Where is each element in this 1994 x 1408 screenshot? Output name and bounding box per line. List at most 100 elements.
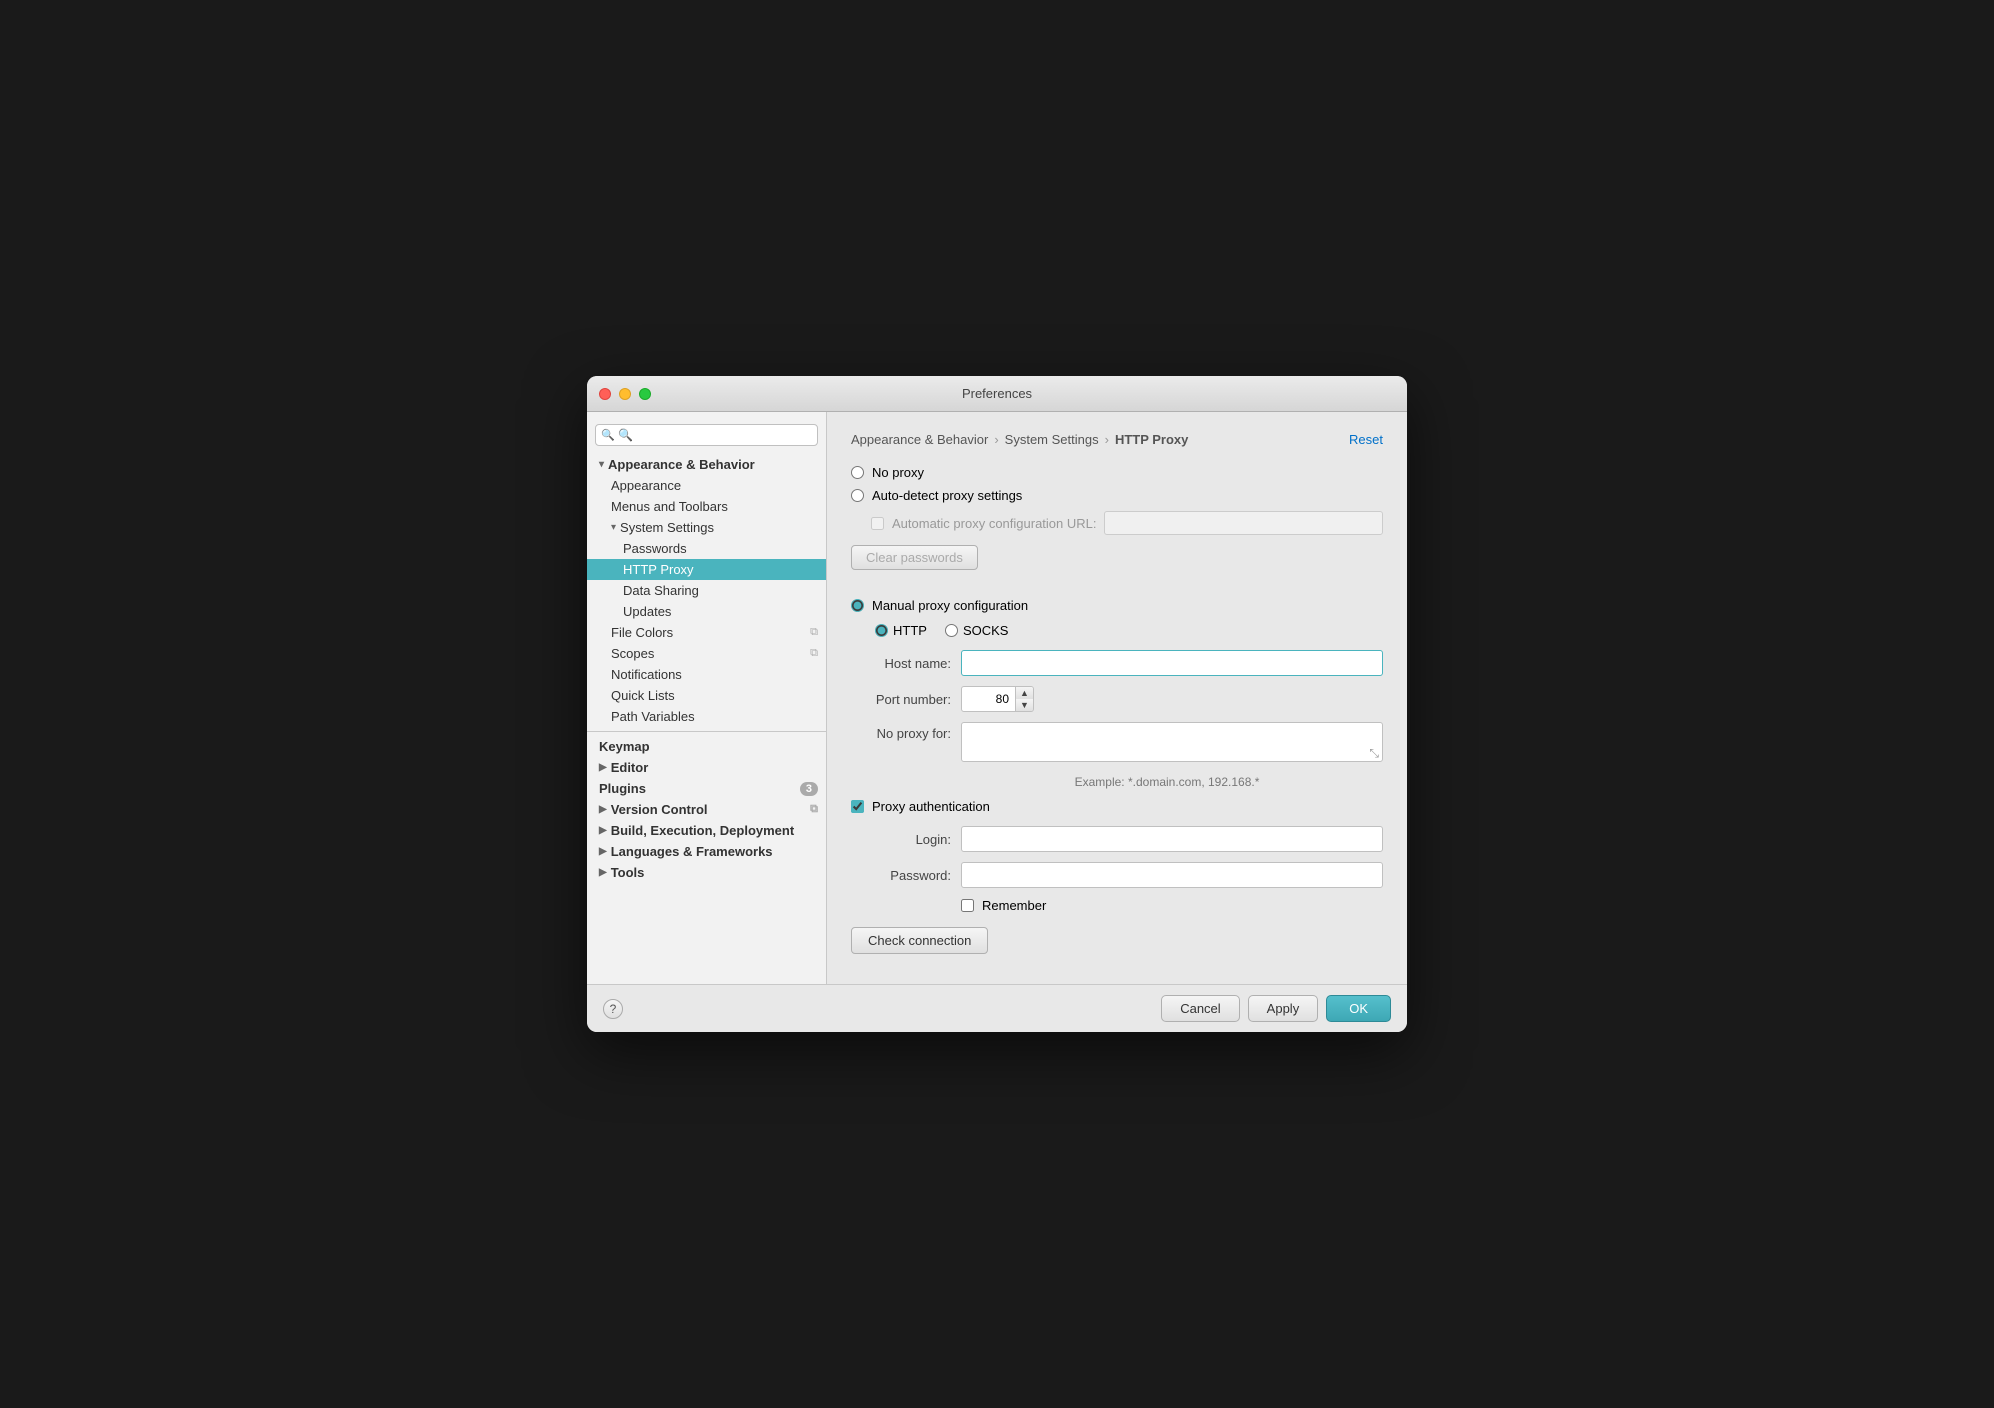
breadcrumb-sep2: › [1105,432,1109,447]
sidebar-item-editor[interactable]: ▶ Editor [587,757,826,778]
port-up-button[interactable]: ▲ [1016,687,1033,699]
no-proxy-wrap: ⤡ [961,722,1383,765]
arrow-icon: ▶ [599,867,607,878]
http-label: HTTP [893,623,927,638]
search-input[interactable] [595,424,818,446]
apply-button[interactable]: Apply [1248,995,1319,1022]
proxy-auth-checkbox[interactable] [851,800,864,813]
copy-icon: ⧉ [810,803,818,816]
arrow-icon: ▾ [611,522,616,533]
sidebar-item-file-colors[interactable]: File Colors ⧉ [587,622,826,643]
no-proxy-radio[interactable] [851,466,864,479]
search-icon: 🔍 [601,429,615,442]
ok-button[interactable]: OK [1326,995,1391,1022]
sidebar-item-system-settings[interactable]: ▾ System Settings [587,517,826,538]
http-socks-row: HTTP SOCKS [875,623,1383,638]
sidebar-item-keymap[interactable]: Keymap [587,736,826,757]
sidebar-item-label: Updates [623,604,671,619]
breadcrumb-part2: System Settings [1005,432,1099,447]
remember-label: Remember [982,898,1046,913]
socks-radio[interactable] [945,624,958,637]
sidebar-item-menus-toolbars[interactable]: Menus and Toolbars [587,496,826,517]
port-down-button[interactable]: ▼ [1016,699,1033,711]
socks-label: SOCKS [963,623,1009,638]
auto-url-checkbox[interactable] [871,517,884,530]
sidebar-item-label: Languages & Frameworks [611,844,773,859]
sidebar-item-notifications[interactable]: Notifications [587,664,826,685]
sidebar-item-plugins[interactable]: Plugins 3 [587,778,826,799]
sidebar-item-languages-frameworks[interactable]: ▶ Languages & Frameworks [587,841,826,862]
host-name-row: Host name: [851,650,1383,676]
remember-checkbox[interactable] [961,899,974,912]
maximize-button[interactable] [639,388,651,400]
http-radio[interactable] [875,624,888,637]
sidebar-item-label: Appearance & Behavior [608,457,755,472]
password-input[interactable] [961,862,1383,888]
no-proxy-label: No proxy [872,465,924,480]
sidebar-item-quick-lists[interactable]: Quick Lists [587,685,826,706]
sidebar-item-version-control[interactable]: ▶ Version Control ⧉ [587,799,826,820]
sidebar: 🔍 ▾ Appearance & Behavior Appearance Men… [587,412,827,984]
host-name-input[interactable] [961,650,1383,676]
arrow-icon: ▶ [599,804,607,815]
sidebar-item-label: Keymap [599,739,650,754]
login-label: Login: [851,832,951,847]
sidebar-item-label: Data Sharing [623,583,699,598]
arrow-icon: ▶ [599,825,607,836]
help-button[interactable]: ? [603,999,623,1019]
sidebar-item-label: Notifications [611,667,682,682]
auto-url-input[interactable] [1104,511,1383,535]
sidebar-item-updates[interactable]: Updates [587,601,826,622]
main-panel: Appearance & Behavior › System Settings … [827,412,1407,984]
sidebar-item-build-execution[interactable]: ▶ Build, Execution, Deployment [587,820,826,841]
copy-icon: ⧉ [810,626,818,639]
footer: ? Cancel Apply OK [587,984,1407,1032]
titlebar: Preferences [587,376,1407,412]
arrow-icon: ▶ [599,846,607,857]
login-input[interactable] [961,826,1383,852]
breadcrumb: Appearance & Behavior › System Settings … [851,432,1383,447]
form-section: No proxy Auto-detect proxy settings Auto… [851,465,1383,964]
sidebar-item-tools[interactable]: ▶ Tools [587,862,826,883]
sidebar-item-scopes[interactable]: Scopes ⧉ [587,643,826,664]
clear-passwords-button[interactable]: Clear passwords [851,545,978,570]
manual-proxy-radio[interactable] [851,599,864,612]
preferences-window: Preferences 🔍 ▾ Appearance & Behavior Ap… [587,376,1407,1032]
sidebar-item-label: HTTP Proxy [623,562,694,577]
search-box: 🔍 [595,424,818,446]
sidebar-item-data-sharing[interactable]: Data Sharing [587,580,826,601]
breadcrumb-part3: HTTP Proxy [1115,432,1188,447]
sidebar-item-label: Version Control [611,802,708,817]
http-label-wrap: HTTP [875,623,927,638]
minimize-button[interactable] [619,388,631,400]
remember-row: Remember [961,898,1383,913]
no-proxy-for-input[interactable] [961,722,1383,762]
reset-link[interactable]: Reset [1349,432,1383,447]
sidebar-item-http-proxy[interactable]: HTTP Proxy [587,559,826,580]
sidebar-item-appearance-behavior[interactable]: ▾ Appearance & Behavior [587,454,826,475]
example-text: Example: *.domain.com, 192.168.* [951,775,1383,789]
port-number-input[interactable] [961,686,1016,712]
sidebar-item-passwords[interactable]: Passwords [587,538,826,559]
sidebar-item-label: Menus and Toolbars [611,499,728,514]
breadcrumb-sep1: › [994,432,998,447]
sidebar-item-label: File Colors [611,625,673,640]
auto-detect-radio[interactable] [851,489,864,502]
sidebar-item-label: Build, Execution, Deployment [611,823,794,838]
check-connection-button[interactable]: Check connection [851,927,988,954]
auto-detect-row: Auto-detect proxy settings [851,488,1383,503]
proxy-auth-label: Proxy authentication [872,799,990,814]
auto-detect-label: Auto-detect proxy settings [872,488,1022,503]
sidebar-item-label: Tools [611,865,645,880]
sidebar-item-path-variables[interactable]: Path Variables [587,706,826,727]
port-wrap: ▲ ▼ [961,686,1034,712]
cancel-button[interactable]: Cancel [1161,995,1239,1022]
window-controls [599,388,651,400]
close-button[interactable] [599,388,611,400]
sidebar-item-label: Quick Lists [611,688,675,703]
sidebar-item-appearance[interactable]: Appearance [587,475,826,496]
sidebar-item-label: Plugins [599,781,646,796]
proxy-auth-row: Proxy authentication [851,799,1383,814]
host-name-label: Host name: [851,656,951,671]
content-area: 🔍 ▾ Appearance & Behavior Appearance Men… [587,412,1407,984]
